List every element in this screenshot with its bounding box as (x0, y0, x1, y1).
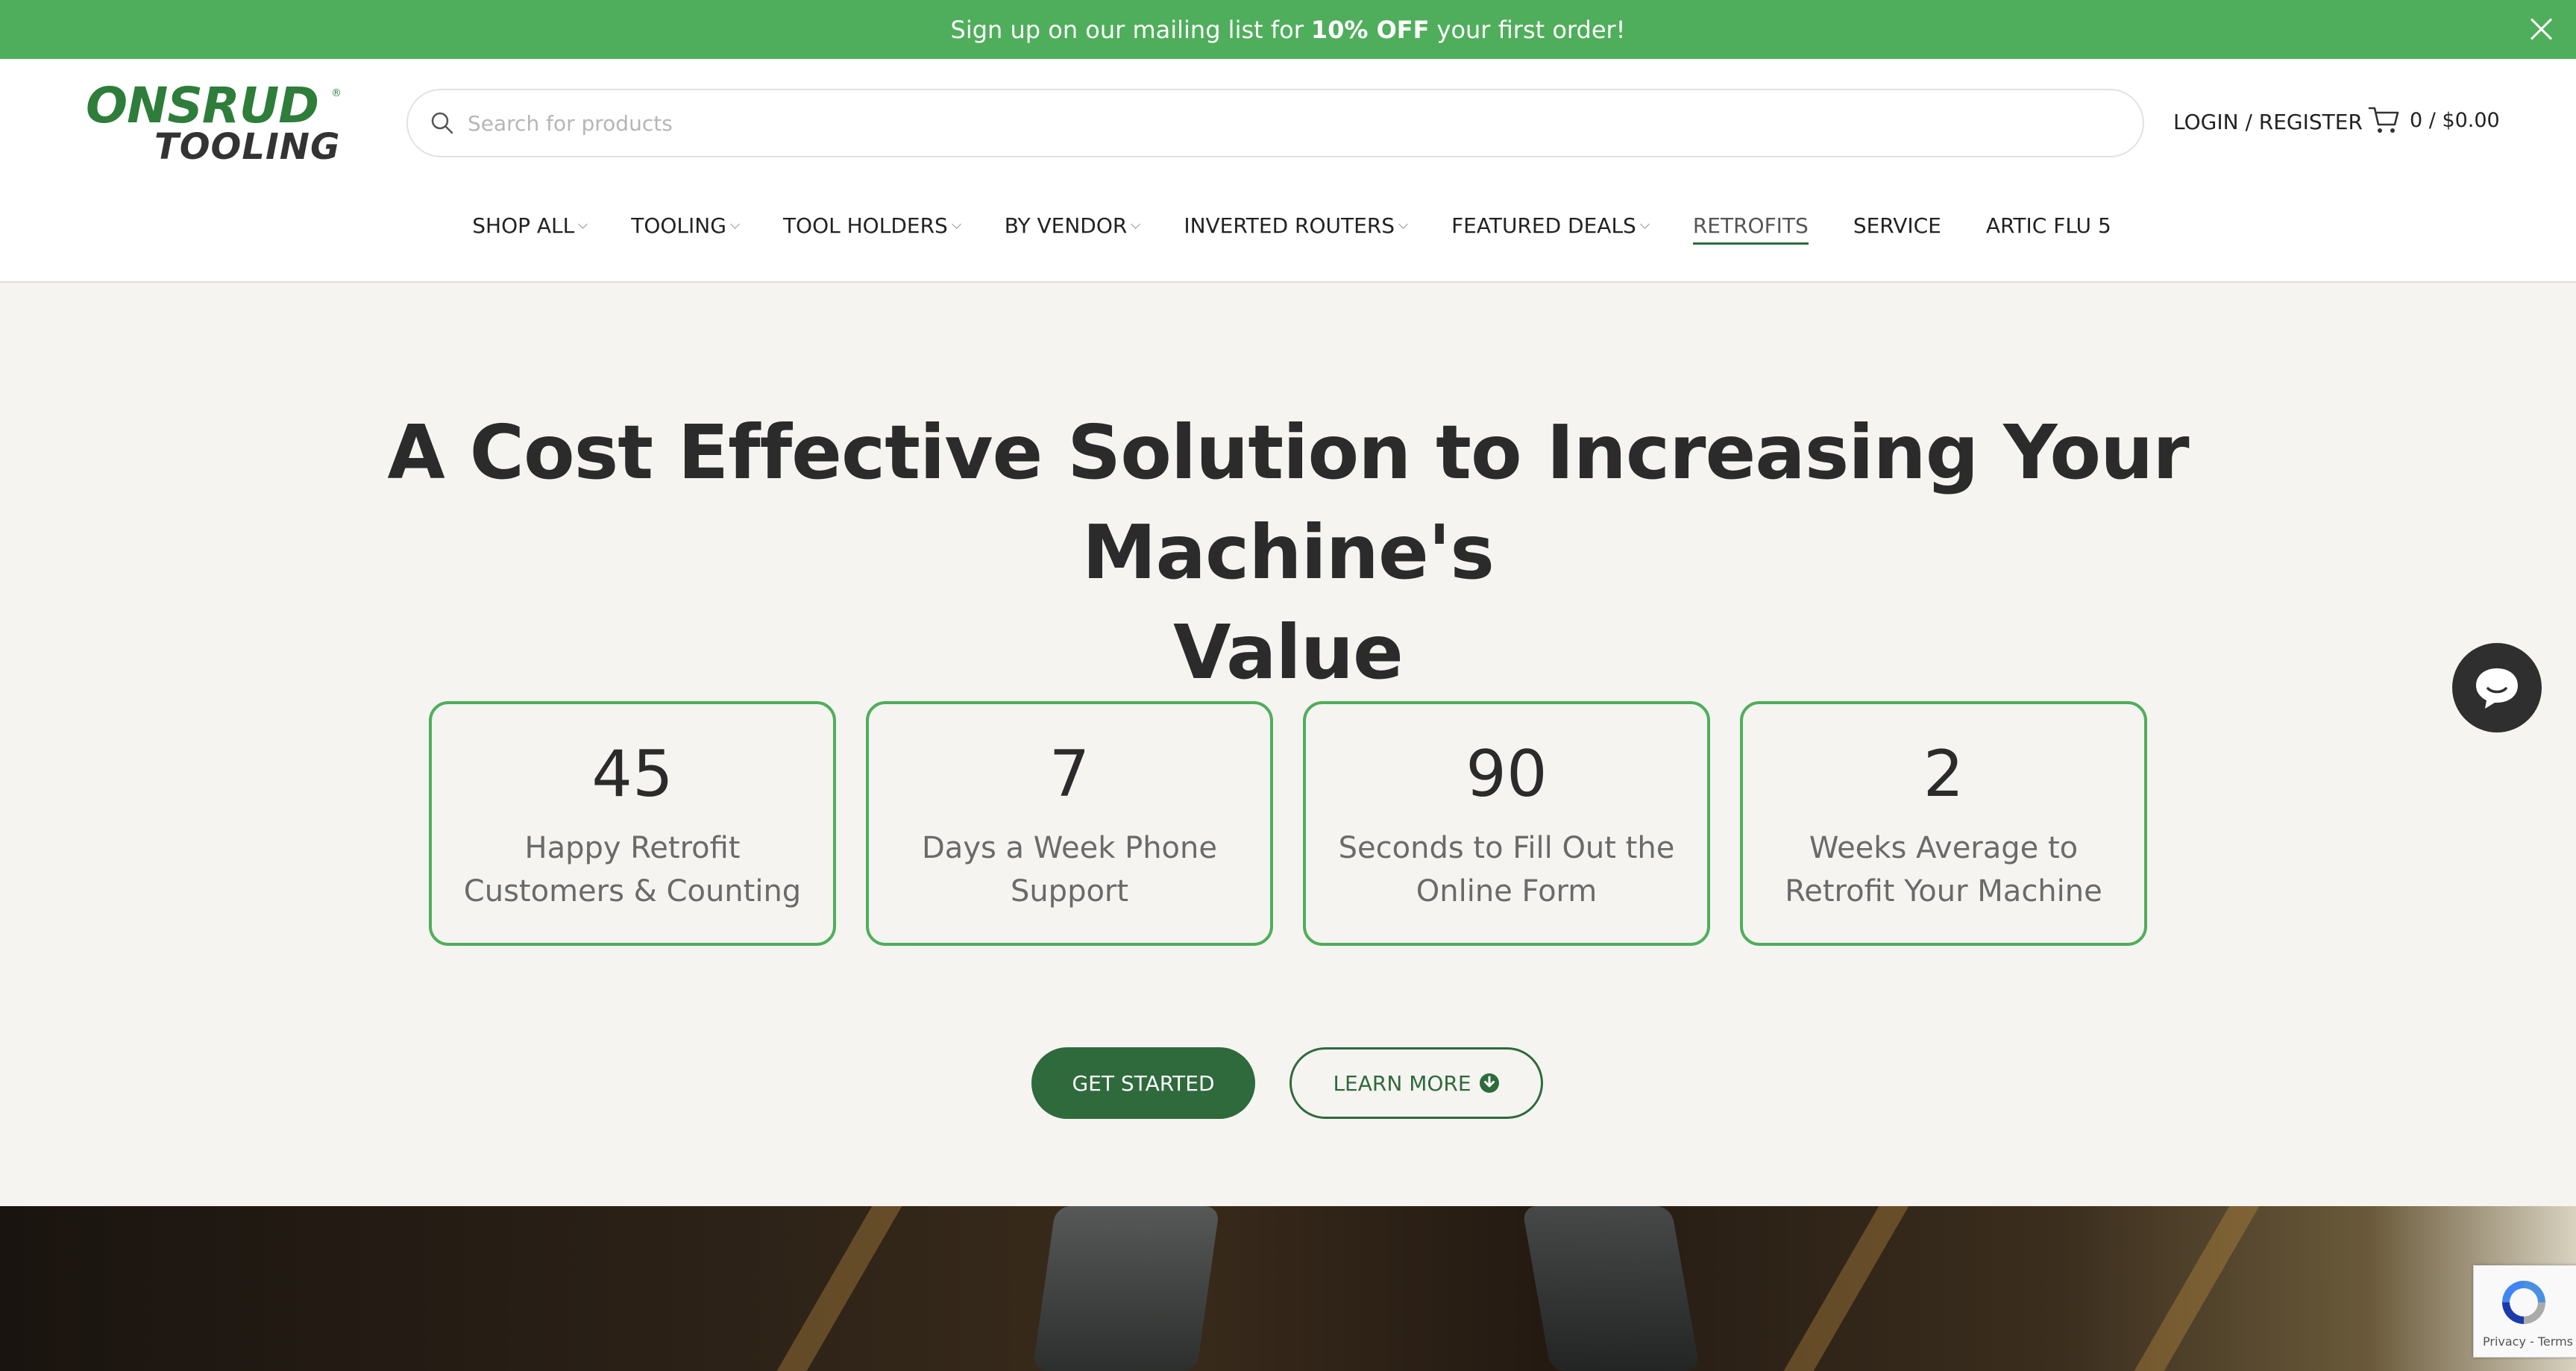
nav-inverted-routers-label: INVERTED ROUTERS (1184, 213, 1395, 238)
promo-text-before: Sign up on our mailing list for (950, 15, 1304, 44)
chat-bubble-icon (2476, 668, 2518, 709)
login-register-link[interactable]: LOGIN / REGISTER (2173, 110, 2363, 134)
stat-label: Weeks Average to Retrofit Your Machine (1785, 831, 2102, 909)
light-streak (1775, 1206, 1909, 1371)
chevron-down-icon (951, 219, 961, 229)
nav-artic-flu-5[interactable]: ARTIC FLU 5 (1986, 203, 2111, 248)
main-nav: SHOP ALL TOOLING TOOL HOLDERS BY VENDOR … (0, 203, 2576, 248)
search-bar[interactable] (406, 89, 2144, 157)
nav-by-vendor-label: BY VENDOR (1004, 213, 1128, 238)
nav-featured-deals-label: FEATURED DEALS (1451, 213, 1636, 238)
promo-bar: Sign up on our mailing list for 10% OFF … (0, 0, 2576, 59)
promo-text-after: your first order! (1436, 15, 1626, 44)
stat-card: 7 Days a Week Phone Support (866, 701, 1273, 946)
hero-title: A Cost Effective Solution to Increasing … (224, 403, 2352, 703)
nav-tool-holders-label: TOOL HOLDERS (782, 213, 948, 238)
chevron-down-icon (578, 219, 588, 229)
chevron-down-icon (1639, 219, 1650, 229)
nav-inverted-routers[interactable]: INVERTED ROUTERS (1184, 203, 1408, 248)
stat-card: 90 Seconds to Fill Out the Online Form (1303, 701, 1710, 946)
light-streak (768, 1206, 902, 1371)
nav-by-vendor[interactable]: BY VENDOR (1004, 203, 1141, 248)
learn-more-button[interactable]: LEARN MORE (1289, 1047, 1543, 1119)
light-streak (2126, 1206, 2260, 1371)
recaptcha-links[interactable]: Privacy - Terms (2483, 1334, 2573, 1349)
hero-title-line2: Value (1173, 609, 1404, 696)
recaptcha-badge[interactable]: Privacy - Terms (2473, 1265, 2576, 1358)
hero-buttons: GET STARTED LEARN MORE (1031, 1047, 1543, 1119)
learn-more-label: LEARN MORE (1333, 1070, 1471, 1096)
cart-total: 0 / $0.00 (2410, 108, 2500, 132)
chevron-down-icon (1131, 219, 1141, 229)
logo[interactable]: ONSRUD TOOLING ® (86, 77, 343, 168)
arrow-down-circle-icon (1479, 1073, 1499, 1093)
promo-text-bold: 10% OFF (1310, 15, 1430, 44)
nav-service[interactable]: SERVICE (1853, 203, 1941, 248)
close-icon[interactable] (2527, 15, 2555, 43)
registered-mark-icon: ® (331, 87, 342, 99)
nav-shop-all-label: SHOP ALL (472, 213, 575, 238)
hero-photo (0, 1206, 2576, 1371)
nav-artic-flu-5-label: ARTIC FLU 5 (1985, 213, 2111, 238)
nav-retrofits-label: RETROFITS (1692, 213, 1809, 238)
stat-number: 90 (1466, 737, 1548, 812)
stats-row: 45 Happy Retrofit Customers & Counting 7… (429, 701, 2147, 946)
nav-tooling[interactable]: TOOLING (631, 203, 740, 248)
get-started-button[interactable]: GET STARTED (1031, 1047, 1255, 1119)
stat-number: 7 (1049, 737, 1090, 812)
stat-label: Happy Retrofit Customers & Counting (463, 831, 802, 909)
search-icon (431, 112, 453, 134)
chat-button[interactable] (2452, 643, 2542, 732)
search-input[interactable] (468, 110, 2143, 136)
nav-shop-all[interactable]: SHOP ALL (472, 203, 588, 248)
site-header: ONSRUD TOOLING ® LOGIN / REGISTER 0 / $0… (0, 59, 2576, 283)
chevron-down-icon (730, 219, 740, 229)
chevron-down-icon (1398, 219, 1408, 229)
nav-service-label: SERVICE (1853, 213, 1941, 238)
stat-number: 45 (591, 737, 673, 812)
stat-card: 2 Weeks Average to Retrofit Your Machine (1740, 701, 2147, 946)
nav-retrofits[interactable]: RETROFITS (1692, 203, 1809, 248)
cart-icon (2368, 107, 2399, 133)
cart-button[interactable]: 0 / $0.00 (2368, 105, 2500, 135)
stat-card: 45 Happy Retrofit Customers & Counting (429, 701, 836, 946)
logo-top-text: ONSRUD (86, 77, 319, 134)
stat-number: 2 (1923, 737, 1964, 812)
stat-label: Days a Week Phone Support (922, 831, 1217, 909)
logo-bottom-text: TOOLING (154, 126, 341, 168)
stat-label: Seconds to Fill Out the Online Form (1338, 831, 1675, 909)
nav-tooling-label: TOOLING (631, 213, 726, 238)
nav-featured-deals[interactable]: FEATURED DEALS (1451, 203, 1650, 248)
nav-tool-holders[interactable]: TOOL HOLDERS (782, 203, 961, 248)
hero-title-line1: A Cost Effective Solution to Increasing … (387, 409, 2189, 596)
recaptcha-icon (2502, 1281, 2545, 1324)
